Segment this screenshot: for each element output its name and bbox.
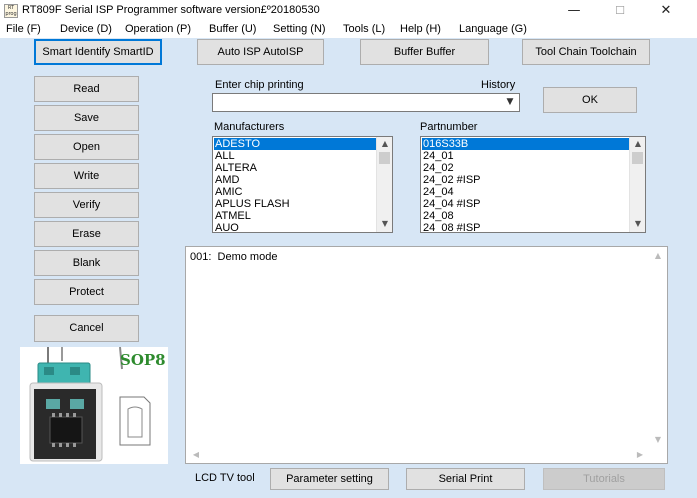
list-item[interactable]: 24_08 #ISP	[422, 222, 481, 232]
manufacturers-list[interactable]: ADESTO ALL ALTERA AMD AMIC APLUS FLASH A…	[212, 136, 393, 233]
erase-button[interactable]: Erase	[34, 221, 139, 247]
scroll-down-icon[interactable]: ▼	[630, 217, 645, 231]
partnumber-scrollbar[interactable]: ▲ ▼	[629, 137, 645, 232]
write-button[interactable]: Write	[34, 163, 139, 189]
list-item[interactable]: 24_02	[422, 162, 454, 174]
menu-device[interactable]: Device (D)	[60, 23, 112, 35]
menu-language[interactable]: Language (G)	[459, 23, 527, 35]
menu-tools[interactable]: Tools (L)	[343, 23, 385, 35]
list-item[interactable]: 016S33B	[422, 138, 630, 150]
partnumber-label: Partnumber	[420, 121, 478, 133]
scroll-right-icon[interactable]: ▶	[632, 448, 648, 462]
chip-printing-label: Enter chip printing	[215, 79, 304, 91]
blank-button[interactable]: Blank	[34, 250, 139, 276]
smart-identify-button[interactable]: Smart Identify SmartID	[34, 39, 162, 65]
menu-buffer[interactable]: Buffer (U)	[209, 23, 256, 35]
list-item[interactable]: ALL	[214, 150, 235, 162]
toolchain-button[interactable]: Tool Chain Toolchain	[522, 39, 650, 65]
close-icon[interactable]: ✕	[643, 0, 689, 22]
scroll-down-icon[interactable]: ▼	[377, 217, 392, 231]
read-button[interactable]: Read	[34, 76, 139, 102]
list-item[interactable]: 24_04 #ISP	[422, 198, 481, 210]
chevron-down-icon[interactable]: ▼	[503, 96, 517, 109]
list-item[interactable]: 24_08	[422, 210, 454, 222]
save-button[interactable]: Save	[34, 105, 139, 131]
buffer-button[interactable]: Buffer Buffer	[360, 39, 489, 65]
serial-print-button[interactable]: Serial Print	[406, 468, 525, 490]
menu-operation[interactable]: Operation (P)	[125, 23, 191, 35]
list-item[interactable]: APLUS FLASH	[214, 198, 290, 210]
history-label: History	[481, 79, 516, 91]
partnumber-list[interactable]: 016S33B 24_01 24_02 24_02 #ISP 24_04 24_…	[420, 136, 646, 233]
ok-button[interactable]: OK	[543, 87, 637, 113]
list-item[interactable]: 24_02 #ISP	[422, 174, 481, 186]
title-bar: RT prog RT809F Serial ISP Programmer soft…	[0, 0, 697, 22]
scroll-thumb[interactable]	[632, 152, 643, 164]
menu-bar: File (F) Device (D) Operation (P) Buffer…	[0, 22, 697, 38]
chip-printing-combobox[interactable]: ▼	[212, 93, 520, 112]
list-item[interactable]: AMIC	[214, 186, 243, 198]
auto-isp-button[interactable]: Auto ISP AutoISP	[197, 39, 324, 65]
menu-file[interactable]: File (F)	[6, 23, 41, 35]
log-horizontal-scrollbar[interactable]: ◀ ▶	[186, 446, 652, 463]
list-item[interactable]: AMD	[214, 174, 239, 186]
menu-setting[interactable]: Setting (N)	[273, 23, 326, 35]
scroll-up-icon[interactable]: ▲	[650, 249, 666, 263]
scroll-thumb[interactable]	[379, 152, 390, 164]
list-item[interactable]: 24_04	[422, 186, 454, 198]
manufacturers-label: Manufacturers	[214, 121, 285, 133]
protect-button[interactable]: Protect	[34, 279, 139, 305]
manufacturers-scrollbar[interactable]: ▲ ▼	[376, 137, 392, 232]
minimize-icon[interactable]: —	[551, 0, 597, 22]
open-button[interactable]: Open	[34, 134, 139, 160]
socket-image: SOP8	[20, 346, 168, 464]
app-icon: RT prog	[4, 4, 18, 18]
lcd-tv-tool-label: LCD TV tool	[195, 472, 255, 484]
verify-button[interactable]: Verify	[34, 192, 139, 218]
log-line: 001: Demo mode	[190, 251, 278, 263]
list-item[interactable]: AUO	[214, 222, 239, 232]
list-item[interactable]: ADESTO	[214, 138, 377, 150]
list-item[interactable]: ATMEL	[214, 210, 251, 222]
scroll-up-icon[interactable]: ▲	[630, 137, 645, 151]
menu-help[interactable]: Help (H)	[400, 23, 441, 35]
scroll-up-icon[interactable]: ▲	[377, 137, 392, 151]
scroll-down-icon[interactable]: ▼	[650, 433, 666, 447]
sop8-label: SOP8	[120, 351, 166, 369]
log-output[interactable]: 001: Demo mode ▲ ▼ ◀ ▶	[185, 246, 668, 464]
cancel-button[interactable]: Cancel	[34, 315, 139, 342]
parameter-setting-button[interactable]: Parameter setting	[270, 468, 389, 490]
list-item[interactable]: 24_01	[422, 150, 454, 162]
scroll-left-icon[interactable]: ◀	[188, 448, 204, 462]
list-item[interactable]: ALTERA	[214, 162, 257, 174]
maximize-icon[interactable]: ☐	[597, 0, 643, 22]
window-title: RT809F Serial ISP Programmer software ve…	[22, 4, 320, 16]
tutorials-button: Tutorials	[543, 468, 665, 490]
log-vertical-scrollbar[interactable]: ▲ ▼	[650, 247, 667, 447]
